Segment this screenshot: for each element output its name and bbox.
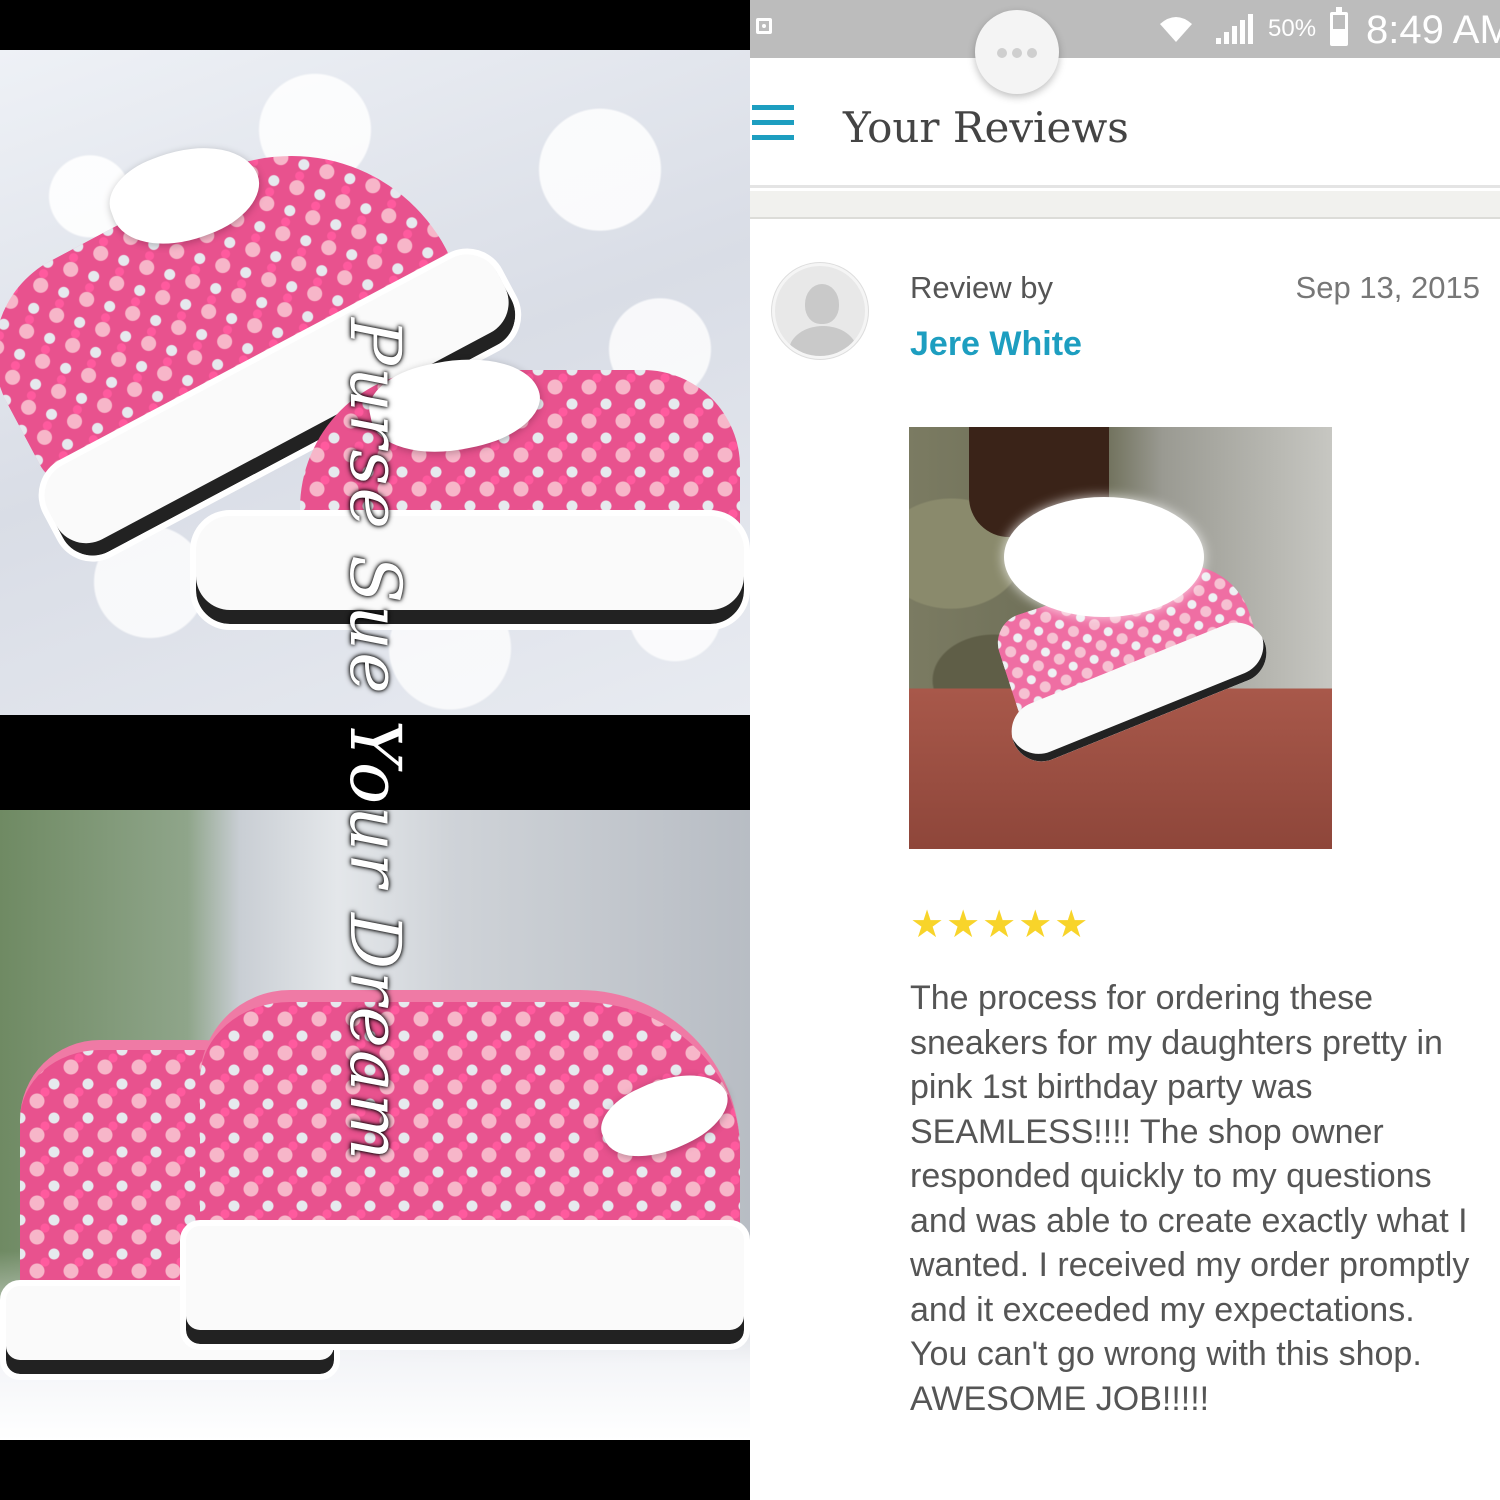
status-bar: 50% 8:49 AM [750,0,1500,58]
hamburger-menu-icon[interactable] [752,105,794,141]
app-bar: Your Reviews [750,58,1500,188]
review-photo[interactable] [909,427,1332,849]
signal-icon [1216,14,1254,44]
more-options-button[interactable] [975,10,1059,94]
product-photo-collage: Purse Sue Your Dream [0,0,750,1500]
battery-icon [1330,7,1348,46]
header-divider [750,191,1500,219]
reviewer-avatar[interactable] [772,263,868,359]
wifi-icon [1158,14,1194,50]
battery-percent: 50% [1268,15,1317,42]
shop-watermark: Purse Sue Your Dream [334,317,416,1163]
notification-icon [756,18,772,34]
phone-review-screen: 50% 8:49 AM Your Reviews Review by Sep 1… [750,0,1500,1500]
reviewer-name-link[interactable]: Jere White [910,325,1082,364]
rating-stars: ★★★★★ [910,902,1091,946]
clock: 8:49 AM [1366,8,1500,52]
review-date: Sep 13, 2015 [1295,270,1480,305]
review-by-label: Review by [910,270,1053,305]
review-text: The process for ordering these sneakers … [910,979,1470,1418]
page-title: Your Reviews [843,103,1129,152]
